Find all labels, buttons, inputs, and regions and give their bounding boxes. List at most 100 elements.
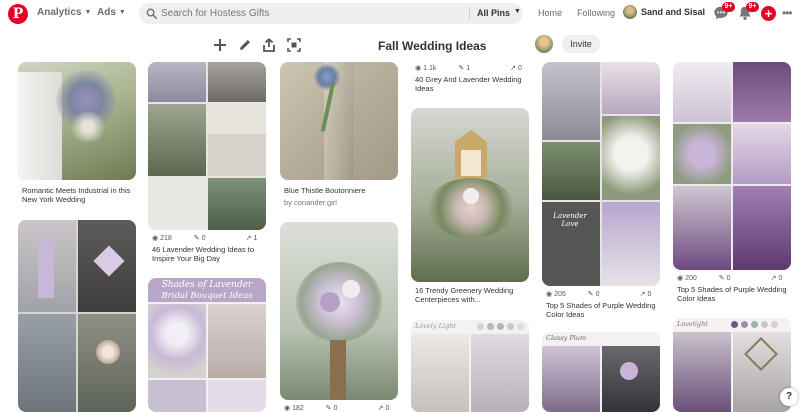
eye-icon: ◉ [284,405,291,412]
arrow-icon: ↗ [639,291,646,298]
search-bar: All Pins ▼ [139,3,523,24]
pin-card[interactable]: ◉ 1.1k ✎ 1 ↗ 0 40 Grey And Lavender Wedding… [411,60,529,96]
add-icon[interactable] [212,37,228,53]
eye-icon: ◉ [677,275,684,282]
notifications-badge: 9+ [746,2,759,12]
shares-value: 0 [518,64,522,72]
arrow-icon: ↗ [245,235,252,242]
search-input[interactable] [161,6,461,21]
ads-menu[interactable]: Ads ▼ [97,7,126,18]
pin-overlay: Lovely Light [415,322,456,330]
pin-icon: ✎ [587,291,594,298]
pin-card[interactable]: ◉ 218 ✎ 0 ↗ 1 46 Lavender Wedding Ideas to … [148,62,266,263]
pin-card[interactable]: Shades of Lavender Bridal Bouquet Ideas [148,278,266,412]
pin-icon: ✎ [458,65,465,72]
pin-image[interactable] [542,62,660,286]
search-divider [469,7,470,20]
pin-image[interactable] [148,62,266,230]
shares-value: 0 [385,404,390,412]
pin-card[interactable] [18,220,136,412]
comments-count: ✎ 0 [326,404,338,412]
notifications-button[interactable]: 9+ [737,2,759,23]
pinterest-logo-icon[interactable]: P [8,4,28,24]
pin-card[interactable]: Romantic Meets Industrial in this New Yo… [18,62,136,204]
comments-value: 0 [726,274,731,282]
board-title: Fall Wedding Ideas [378,39,487,53]
messages-badge: 9+ [722,2,735,12]
organize-grid-icon[interactable] [286,37,302,53]
pin-image[interactable] [542,332,660,412]
saves-value: 182 [292,404,304,412]
pin-card[interactable]: ◉ 182 ✎ 0 ↗ 0 [280,222,398,412]
search-filter-dropdown[interactable]: All Pins ▼ [477,8,521,18]
pin-card[interactable]: Lovelight [673,318,791,412]
pin-caption: Top 5 Shades of Purple Wedding Color Ide… [677,285,787,303]
collaborator-avatar[interactable] [535,35,553,53]
analytics-menu[interactable]: Analytics ▼ [37,7,91,18]
pin-card[interactable]: Blue Thistle Boutonniere by coriander.gi… [280,62,398,210]
following-link[interactable]: Following [577,8,615,18]
saves-count: ◉ 182 [284,404,304,412]
top-nav: P Analytics ▼ Ads ▼ All Pins ▼ Home Foll… [0,0,800,28]
profile-link[interactable]: Sand and Sisal [623,5,705,19]
pin-source: by coriander.girl [284,198,337,207]
pin-caption: Blue Thistle Boutonniere [284,186,366,195]
pin-card[interactable]: Lavender Love ◉ 205 ✎ 0 ↗ 0 Top 5 Shades of… [542,62,660,320]
more-options-icon[interactable]: ••• [782,6,793,20]
avatar [623,5,637,19]
arrow-icon: ↗ [510,65,516,72]
analytics-label: Analytics [37,7,82,18]
eye-icon: ◉ [546,291,553,298]
eye-icon: ◉ [152,235,159,242]
comments-value: 0 [595,290,600,298]
pin-image[interactable] [411,108,529,282]
pin-image[interactable] [18,62,136,180]
profile-name: Sand and Sisal [641,7,706,17]
chevron-down-icon: ▼ [514,8,521,15]
home-link[interactable]: Home [538,8,562,18]
saves-value: 205 [554,290,566,298]
invite-button[interactable]: Invite [562,35,600,53]
saves-count: ◉ 205 [546,290,566,299]
pin-card[interactable]: Classy Plum [542,332,660,412]
pin-stats: ◉ 205 ✎ 0 ↗ 0 [546,290,656,299]
pin-image[interactable] [673,62,791,270]
pin-image[interactable] [280,62,398,180]
pin-icon: ✎ [718,275,725,282]
shares-count: ↗ 0 [639,290,652,299]
ads-label: Ads [97,7,116,18]
edit-pencil-icon[interactable] [237,37,253,53]
pin-icon: ✎ [325,405,332,412]
pin-card[interactable]: 16 Trendy Greenery Wedding Centerpieces … [411,108,529,308]
comments-value: 0 [201,234,206,242]
pin-image[interactable] [280,222,398,400]
help-button[interactable]: ? [780,388,798,406]
create-pin-button[interactable]: + [761,6,776,21]
arrow-icon: ↗ [770,275,777,282]
pin-stats: ◉ 200 ✎ 0 ↗ 0 [677,274,787,283]
shares-value: 0 [778,274,783,282]
saves-count: ◉ 218 [152,234,172,243]
shares-count: ↗ 0 [510,64,522,73]
pin-caption: 40 Grey And Lavender Wedding Ideas [415,75,522,93]
pin-caption: Romantic Meets Industrial in this New Yo… [22,186,131,204]
search-filter-label: All Pins [477,8,511,18]
shares-count: ↗ 1 [245,234,258,243]
saves-value: 200 [685,274,697,282]
search-icon [146,8,157,19]
messages-button[interactable]: 9+ [713,2,735,23]
pin-image[interactable] [673,318,791,412]
saves-count: ◉ 200 [677,274,697,283]
pin-card[interactable]: Lovely Light [411,320,529,412]
pin-overlay: Classy Plum [546,334,587,342]
pin-overlay-line1: Shades of Lavender [161,280,253,290]
share-upload-icon[interactable] [261,37,277,53]
pin-image[interactable] [18,220,136,412]
chevron-down-icon: ▼ [118,9,126,16]
pin-image[interactable] [411,320,529,412]
comments-value: 1 [466,64,471,72]
pin-overlay: Lovelight [677,320,708,328]
shares-count: ↗ 0 [378,404,390,412]
pin-card[interactable]: ◉ 200 ✎ 0 ↗ 0 Top 5 Shades of Purple Weddin… [673,62,791,306]
pin-overlay-line2: Bridal Bouquet Ideas [161,291,253,301]
